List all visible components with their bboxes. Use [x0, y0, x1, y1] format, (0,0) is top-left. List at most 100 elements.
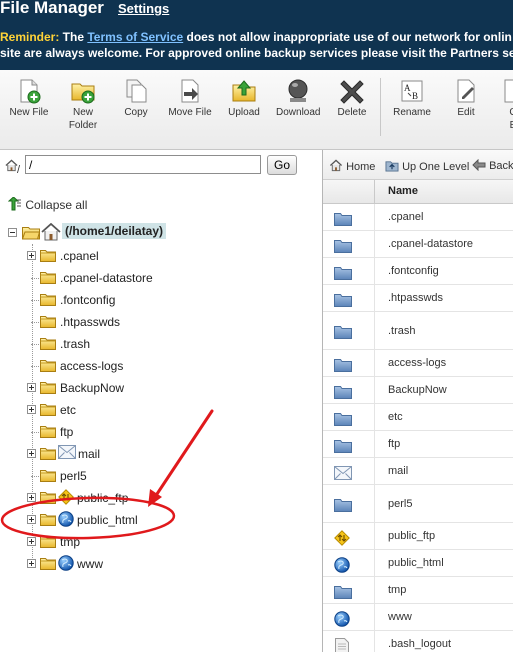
tree-node[interactable]: public_html — [27, 511, 267, 529]
new-file-icon — [20, 79, 41, 104]
tree-node[interactable]: etc — [27, 401, 267, 419]
copy-label: Copy — [124, 107, 148, 118]
tree-node[interactable]: public_ftp — [27, 489, 267, 507]
nav-home-button[interactable]: Home — [329, 159, 375, 173]
file-row[interactable]: BackupNow — [323, 377, 513, 404]
expand-toggle[interactable] — [27, 537, 36, 546]
folder-icon — [40, 358, 56, 372]
ftp-icon — [334, 530, 350, 546]
tree-node[interactable]: .fontconfig — [27, 291, 267, 309]
tree-node-label: etc — [60, 403, 77, 417]
tree-node[interactable]: .trash — [27, 335, 267, 353]
tree-node-label: public_ftp — [77, 491, 129, 505]
nav-up-one-level-button[interactable]: Up One Level — [385, 159, 469, 173]
tree-node[interactable]: tmp — [27, 533, 267, 551]
tree-node[interactable]: .htpasswds — [27, 313, 267, 331]
file-row[interactable]: .cpanel — [323, 204, 513, 231]
file-row[interactable]: perl5 — [323, 485, 513, 523]
tree-root-home[interactable]: (/home1/deilatay) — [8, 223, 308, 243]
expand-toggle[interactable] — [27, 405, 36, 414]
reminder-text-post: does not allow inappropriate use of our … — [183, 30, 512, 44]
edit-button[interactable]: Edit — [453, 78, 479, 119]
tree-connector — [31, 432, 39, 433]
expand-toggle[interactable] — [27, 251, 36, 260]
tree-node[interactable]: access-logs — [27, 357, 267, 375]
tree-node[interactable]: .cpanel — [27, 247, 267, 265]
expand-toggle[interactable] — [27, 493, 36, 502]
terms-of-service-link[interactable]: Terms of Service — [87, 30, 183, 44]
file-name: access-logs — [388, 357, 447, 369]
file-list-header: Name — [323, 180, 513, 204]
move-file-button[interactable]: Move File — [167, 78, 213, 119]
folder-icon — [40, 380, 56, 394]
file-name: ftp — [388, 438, 401, 450]
tree-node[interactable]: mail — [27, 445, 267, 463]
file-name: www — [388, 611, 412, 623]
file-row[interactable]: etc — [323, 404, 513, 431]
tree-node[interactable]: www — [27, 555, 267, 573]
globe-icon — [58, 555, 74, 571]
file-name: mail — [388, 465, 409, 477]
expand-toggle[interactable] — [27, 449, 36, 458]
tree-connector — [31, 476, 39, 477]
file-row[interactable]: .htpasswds — [323, 285, 513, 312]
tree-node-label: access-logs — [60, 359, 124, 373]
icon-column-header[interactable] — [323, 180, 375, 204]
new-file-button[interactable]: New File — [9, 78, 49, 119]
file-row[interactable]: .fontconfig — [323, 258, 513, 285]
file-row[interactable]: public_html — [323, 550, 513, 577]
home-icon — [41, 223, 61, 241]
collapse-all-icon — [7, 196, 21, 211]
file-row[interactable]: .trash — [323, 312, 513, 350]
file-name: .fontconfig — [388, 265, 439, 277]
new-folder-button[interactable]: New Folder — [66, 78, 100, 132]
nav-back-button[interactable]: Back — [472, 158, 513, 172]
toolbar: New File New Folder Copy Move File Uploa… — [0, 70, 513, 150]
collapse-toggle[interactable] — [8, 228, 17, 237]
expand-toggle[interactable] — [27, 383, 36, 392]
file-row[interactable]: ftp — [323, 431, 513, 458]
download-label: Download — [276, 107, 321, 118]
file-row[interactable]: www — [323, 604, 513, 631]
tree-node[interactable]: perl5 — [27, 467, 267, 485]
tree-node[interactable]: .cpanel-datastore — [27, 269, 267, 287]
copy-button[interactable]: Copy — [121, 78, 151, 119]
folder-icon — [334, 498, 352, 512]
file-row[interactable]: .bash_logout — [323, 631, 513, 652]
new-file-label: New File — [9, 107, 49, 118]
tree-node[interactable]: ftp — [27, 423, 267, 441]
name-column-header[interactable]: Name — [388, 185, 418, 197]
upload-icon — [232, 80, 256, 102]
expand-toggle[interactable] — [27, 559, 36, 568]
path-input[interactable] — [25, 155, 261, 174]
file-row[interactable]: .cpanel-datastore — [323, 231, 513, 258]
upload-button[interactable]: Upload — [226, 78, 262, 119]
tree-node-label: .fontconfig — [60, 293, 116, 307]
delete-button[interactable]: Delete — [336, 78, 368, 119]
settings-link[interactable]: Settings — [118, 1, 169, 16]
file-name: tmp — [388, 584, 407, 596]
file-row[interactable]: tmp — [323, 577, 513, 604]
file-name: etc — [388, 411, 403, 423]
delete-label: Delete — [337, 107, 367, 118]
folder-icon — [334, 266, 352, 280]
folder-icon — [40, 336, 56, 350]
rename-button[interactable]: A B Rename — [393, 78, 431, 119]
code-edit-button[interactable]: C E — [500, 78, 513, 132]
go-button[interactable]: Go — [267, 155, 297, 175]
collapse-all-link[interactable]: Collapse all — [7, 196, 87, 212]
tree-node-label: .htpasswds — [60, 315, 121, 329]
expand-toggle[interactable] — [27, 515, 36, 524]
reminder-label: Reminder: — [0, 30, 60, 44]
file-row[interactable]: public_ftp — [323, 523, 513, 550]
tree-node[interactable]: BackupNow — [27, 379, 267, 397]
file-name: .bash_logout — [388, 638, 451, 650]
nav-up-label: Up One Level — [402, 161, 470, 173]
file-name: .trash — [388, 325, 416, 337]
file-row[interactable]: mail — [323, 458, 513, 485]
file-row[interactable]: access-logs — [323, 350, 513, 377]
tree-connector — [31, 278, 39, 279]
download-button[interactable]: Download — [276, 78, 320, 119]
folder-icon — [40, 468, 56, 482]
open-folder-icon — [22, 227, 40, 240]
